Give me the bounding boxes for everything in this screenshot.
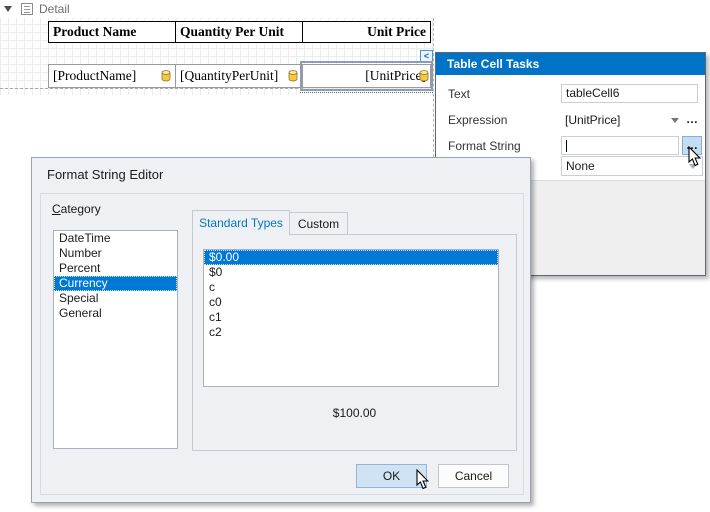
header-cell-unit-price[interactable]: Unit Price	[303, 22, 430, 42]
expression-ellipsis-button[interactable]: …	[683, 112, 701, 126]
format-string-editor-dialog: Format String Editor Category DateTime N…	[31, 157, 531, 503]
category-list-item[interactable]: General	[54, 306, 177, 321]
ok-button[interactable]: OK	[356, 464, 427, 488]
smart-tag-collapse-button[interactable]: <	[420, 50, 433, 63]
expression-field-label: Expression	[448, 113, 507, 127]
report-detail-table[interactable]: [ProductName] [QuantityPerUnit] [UnitPri…	[48, 64, 431, 88]
standard-types-tab-page: $0.00 $0 c c0 c1 c2 $100.00	[192, 234, 517, 451]
format-string-input[interactable]	[561, 136, 679, 155]
collapse-triangle-icon[interactable]	[4, 6, 12, 12]
detail-cell-product-name[interactable]: [ProductName]	[49, 65, 176, 87]
field-binding-icon	[288, 70, 298, 82]
format-preview: $100.00	[193, 406, 516, 420]
category-list-item[interactable]: Special	[54, 291, 177, 306]
tab-strip: Standard Types Custom	[192, 210, 348, 235]
category-list-item[interactable]: DateTime	[54, 231, 177, 246]
dialog-content-panel: Category DateTime Number Percent Currenc…	[40, 193, 524, 495]
text-field-label: Text	[448, 87, 470, 101]
text-input[interactable]: tableCell6	[561, 84, 698, 103]
report-header-table[interactable]: Product Name Quantity Per Unit Unit Pric…	[48, 21, 431, 43]
chevron-down-icon[interactable]	[671, 118, 679, 123]
format-none-combobox[interactable]: None	[561, 156, 703, 176]
header-cell-product-name[interactable]: Product Name	[49, 22, 176, 42]
format-type-list-item[interactable]: c2	[204, 325, 498, 340]
expression-value[interactable]: [UnitPrice]	[565, 113, 620, 127]
cancel-button[interactable]: Cancel	[438, 464, 509, 488]
format-type-listbox[interactable]: $0.00 $0 c c0 c1 c2	[203, 249, 499, 387]
category-list-item[interactable]: Number	[54, 246, 177, 261]
category-list-item[interactable]: Currency	[54, 276, 177, 291]
format-string-ellipsis-button[interactable]: …	[682, 136, 702, 155]
detail-band-icon	[21, 3, 33, 15]
header-cell-quantity-per-unit[interactable]: Quantity Per Unit	[176, 22, 303, 42]
category-label: Category	[52, 202, 101, 216]
detail-cell-unit-price[interactable]: [UnitPrice]	[303, 65, 430, 87]
format-type-list-item[interactable]: c	[204, 280, 498, 295]
detail-cell-quantity-per-unit[interactable]: [QuantityPerUnit]	[176, 65, 303, 87]
format-type-list-item[interactable]: $0.00	[204, 250, 498, 265]
field-binding-icon	[161, 70, 171, 82]
tab-standard-types[interactable]: Standard Types	[192, 210, 290, 235]
band-header-detail[interactable]: Detail	[0, 0, 433, 18]
tab-custom[interactable]: Custom	[290, 212, 348, 235]
text-caret	[566, 140, 567, 152]
panel-title: Table Cell Tasks	[436, 53, 705, 75]
category-list-item[interactable]: Percent	[54, 261, 177, 276]
row-bottom-guide	[0, 88, 303, 89]
chevron-down-icon[interactable]	[689, 164, 697, 169]
field-binding-icon	[419, 70, 429, 82]
band-label: Detail	[39, 2, 70, 16]
page-margin-guide	[433, 18, 434, 157]
dialog-title: Format String Editor	[47, 167, 163, 182]
format-type-list-item[interactable]: c0	[204, 295, 498, 310]
format-type-list-item[interactable]: c1	[204, 310, 498, 325]
format-string-field-label: Format String	[448, 139, 521, 153]
format-type-list-item[interactable]: $0	[204, 265, 498, 280]
category-listbox[interactable]: DateTime Number Percent Currency Special…	[53, 230, 178, 449]
